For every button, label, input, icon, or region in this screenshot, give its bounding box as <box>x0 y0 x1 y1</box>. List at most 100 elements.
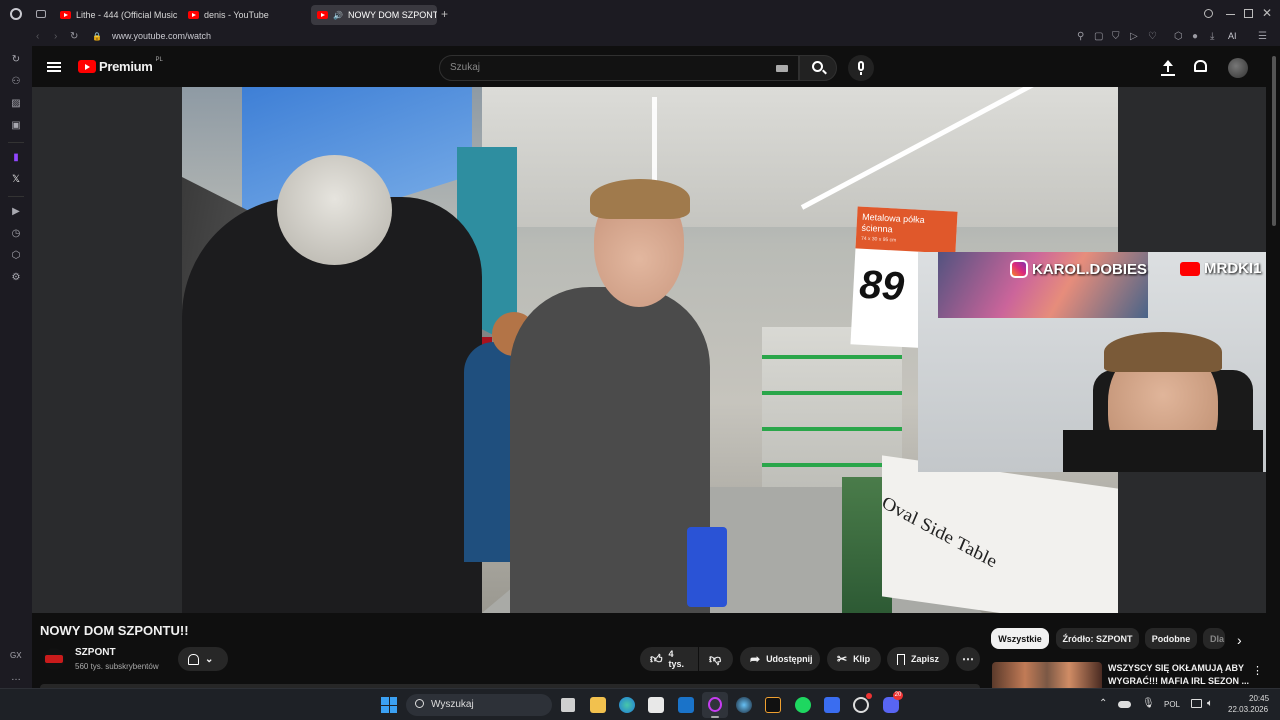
onedrive-icon[interactable] <box>1118 701 1131 708</box>
recommended-title-2[interactable]: WYGRAĆ!!! MAFIA IRL SEZON ... <box>1108 676 1249 686</box>
upload-icon[interactable] <box>1161 60 1175 76</box>
notification-dot <box>866 693 872 699</box>
steam-icon[interactable] <box>736 697 752 713</box>
subscriber-count: 560 tys. subskrybentów <box>75 662 159 671</box>
microphone-icon <box>858 61 864 71</box>
network-icon[interactable] <box>1191 699 1202 708</box>
more-actions-button[interactable]: ⋯ <box>956 647 980 671</box>
save-label: Zapisz <box>910 654 939 664</box>
minimize-icon[interactable] <box>1226 14 1235 15</box>
x-icon[interactable]: 𝕏 <box>10 174 22 186</box>
lock-icon: 🔒 <box>92 32 102 41</box>
extensions-sidebar-icon[interactable]: ⬡ <box>10 250 22 262</box>
snapshot-icon[interactable]: ▢ <box>1094 32 1103 42</box>
youtube-channel-name: MRDKI1 <box>1204 260 1262 277</box>
chip-related[interactable]: Podobne <box>1145 628 1197 649</box>
share-icon: ➦ <box>750 652 761 666</box>
guide-menu-icon[interactable] <box>47 62 61 72</box>
tab-title: Lithe - 444 (Official Music <box>76 10 178 20</box>
sidebar-news-icon[interactable]: ▨ <box>10 98 22 110</box>
opera-gx-active[interactable] <box>702 692 728 718</box>
tray-chevron-icon[interactable]: ⌃ <box>1099 698 1107 709</box>
forward-icon[interactable]: › <box>54 32 57 42</box>
bell-icon <box>188 653 199 665</box>
chip-all[interactable]: Wszystkie <box>991 628 1049 649</box>
subscribed-button[interactable]: ⌄ <box>178 647 228 671</box>
chip-for-you[interactable]: Dla <box>1203 628 1225 649</box>
clock-time[interactable]: 20:45 <box>1249 694 1269 703</box>
more-icon[interactable]: … <box>10 672 22 684</box>
play-icon[interactable]: ▷ <box>1130 32 1138 42</box>
start-icon[interactable] <box>381 697 397 713</box>
twitch-icon[interactable]: ▮ <box>10 152 22 164</box>
bookmark-icon <box>897 653 905 665</box>
task-view-icon[interactable] <box>561 698 575 712</box>
sign-label: Metalowa półka ścienna <box>861 211 925 235</box>
page-scrollbar[interactable] <box>1272 56 1276 226</box>
recommended-title-1[interactable]: WSZYSCY SIĘ OKŁAMUJĄ ABY <box>1108 663 1244 673</box>
tab-overview-icon[interactable] <box>36 10 46 18</box>
language-indicator[interactable]: POL <box>1164 700 1180 709</box>
like-button[interactable]: 👍︎ 4 tys. <box>640 647 698 671</box>
sidebar-ai-icon[interactable]: ↻ <box>10 54 22 66</box>
app-icon[interactable] <box>824 697 840 713</box>
channel-avatar[interactable] <box>43 648 65 670</box>
youtube-logo[interactable]: Premium PL <box>78 57 163 74</box>
chatgpt-icon[interactable] <box>853 697 869 713</box>
download-icon[interactable]: ⤓ <box>1210 32 1214 42</box>
opera-menu-icon[interactable] <box>10 8 22 20</box>
save-button[interactable]: Zapisz <box>887 647 949 671</box>
new-tab-icon[interactable]: + <box>441 8 448 20</box>
vpn-icon[interactable]: ⛉ <box>1112 32 1120 42</box>
history-icon[interactable]: ◷ <box>10 228 22 240</box>
maximize-icon[interactable] <box>1244 9 1253 18</box>
avatar[interactable] <box>1228 58 1248 78</box>
clock-date[interactable]: 22.03.2026 <box>1228 705 1268 714</box>
clip-button[interactable]: ✂ Klip <box>827 647 881 671</box>
video-player[interactable]: Metalowa półka ścienna 74 x 30 x 95 cm 8… <box>32 87 1266 613</box>
share-button[interactable]: ➦ Udostępnij <box>740 647 820 671</box>
taskbar-search[interactable]: Wyszukaj <box>406 694 552 716</box>
mic-tray-icon[interactable]: 🎙︎ <box>1142 698 1155 709</box>
edge-icon[interactable] <box>619 697 635 713</box>
search-tabs-icon[interactable] <box>1204 9 1213 18</box>
settings-icon[interactable]: ⚙ <box>10 272 22 284</box>
chip-from-channel[interactable]: Źródło: SZPONT <box>1056 628 1139 649</box>
taskbar-search-label: Wyszukaj <box>431 699 474 710</box>
file-explorer-icon[interactable] <box>590 697 606 713</box>
speaker-icon: 🔊 <box>333 10 343 20</box>
extensions-icon[interactable]: ⬡ <box>1174 32 1183 42</box>
keyboard-icon[interactable] <box>776 65 788 72</box>
youtube-favicon-icon <box>317 11 328 19</box>
easy-setup-icon[interactable]: ☰ <box>1258 32 1267 42</box>
tab-nowy-dom[interactable]: 🔊 NOWY DOM SZPONT <box>311 5 437 25</box>
tab-lithe[interactable]: Lithe - 444 (Official Music <box>54 5 178 25</box>
youtube-channel-icon <box>1180 261 1200 276</box>
sidebar-messenger-icon[interactable]: ⚇ <box>10 76 22 88</box>
terminal-icon[interactable] <box>765 697 781 713</box>
reload-icon[interactable]: ↻ <box>70 32 78 42</box>
profile-icon[interactable]: ● <box>1192 32 1198 42</box>
dislike-button[interactable]: 👎︎ <box>699 647 733 671</box>
outlook-icon[interactable] <box>678 697 694 713</box>
recommended-menu-icon[interactable]: ⋮ <box>1252 664 1263 677</box>
player-icon[interactable]: ▶ <box>10 206 22 218</box>
search-button[interactable] <box>799 55 837 81</box>
store-icon[interactable] <box>648 697 664 713</box>
recommended-thumbnail[interactable] <box>992 662 1102 688</box>
back-icon[interactable]: ‹ <box>36 32 39 42</box>
spotify-icon[interactable] <box>795 697 811 713</box>
voice-search-button[interactable] <box>848 55 874 81</box>
chips-next-icon[interactable]: › <box>1237 632 1242 648</box>
close-icon[interactable]: ✕ <box>1262 6 1272 20</box>
heart-icon[interactable]: ♡ <box>1148 32 1157 42</box>
aria-ai-button[interactable]: AI <box>1228 31 1237 41</box>
volume-icon[interactable]: 🔈︎ <box>1207 698 1213 709</box>
sidebar-mail-icon[interactable]: ▣ <box>10 120 22 132</box>
notifications-icon[interactable] <box>1194 60 1207 72</box>
channel-name[interactable]: SZPONT <box>75 647 116 658</box>
search-input[interactable]: Szukaj <box>439 55 799 81</box>
tab-denis[interactable]: denis - YouTube <box>182 5 306 25</box>
pin-icon[interactable]: ⚲ <box>1077 32 1084 42</box>
url-field[interactable]: www.youtube.com/watch <box>112 31 211 41</box>
